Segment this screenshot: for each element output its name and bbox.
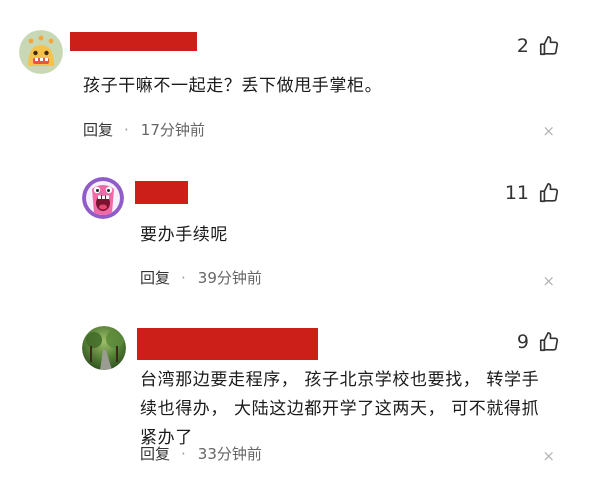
- like-count: 9: [516, 331, 529, 353]
- close-icon[interactable]: ×: [542, 121, 555, 141]
- like-count: 2: [516, 35, 529, 57]
- close-icon[interactable]: ×: [542, 446, 555, 466]
- comment-footer: 回复 · 39分钟前: [140, 268, 262, 288]
- thumbs-up-icon: [538, 35, 560, 57]
- separator-dot: ·: [181, 445, 186, 463]
- green-road-photo-avatar-icon: [82, 326, 126, 370]
- timestamp: 17分钟前: [140, 121, 205, 139]
- thumbs-up-icon: [538, 182, 560, 204]
- redacted-username: [70, 32, 197, 51]
- separator-dot: ·: [181, 269, 186, 287]
- user-avatar[interactable]: [82, 177, 124, 219]
- reply-button[interactable]: 回复: [83, 120, 113, 140]
- reply-button[interactable]: 回复: [140, 444, 170, 464]
- like-button[interactable]: 9: [517, 330, 560, 354]
- timestamp: 39分钟前: [197, 269, 262, 287]
- like-button[interactable]: 11: [505, 181, 560, 205]
- comment-text: 台湾那边要走程序， 孩子北京学校也要找， 转学手续也得办， 大陆这边都开学了这两…: [140, 370, 540, 448]
- comment-footer: 回复 · 33分钟前: [140, 444, 262, 464]
- like-button[interactable]: 2: [517, 34, 560, 58]
- user-avatar[interactable]: [82, 326, 126, 370]
- close-icon[interactable]: ×: [542, 271, 555, 291]
- reply-button[interactable]: 回复: [140, 268, 170, 288]
- comment-footer: 回复 · 17分钟前: [83, 120, 205, 140]
- like-count: 11: [504, 182, 529, 204]
- timestamp: 33分钟前: [197, 445, 262, 463]
- pink-screaming-monster-avatar-icon: [82, 177, 124, 219]
- yellow-monster-avatar-icon: [19, 30, 63, 74]
- thumbs-up-icon: [538, 331, 560, 353]
- redacted-username: [137, 328, 318, 360]
- separator-dot: ·: [124, 121, 129, 139]
- user-avatar[interactable]: [19, 30, 63, 74]
- redacted-username: [135, 181, 188, 204]
- comment-text: 孩子干嘛不一起走？丢下做甩手掌柜。: [83, 76, 383, 96]
- comment-text: 要办手续呢: [140, 225, 228, 245]
